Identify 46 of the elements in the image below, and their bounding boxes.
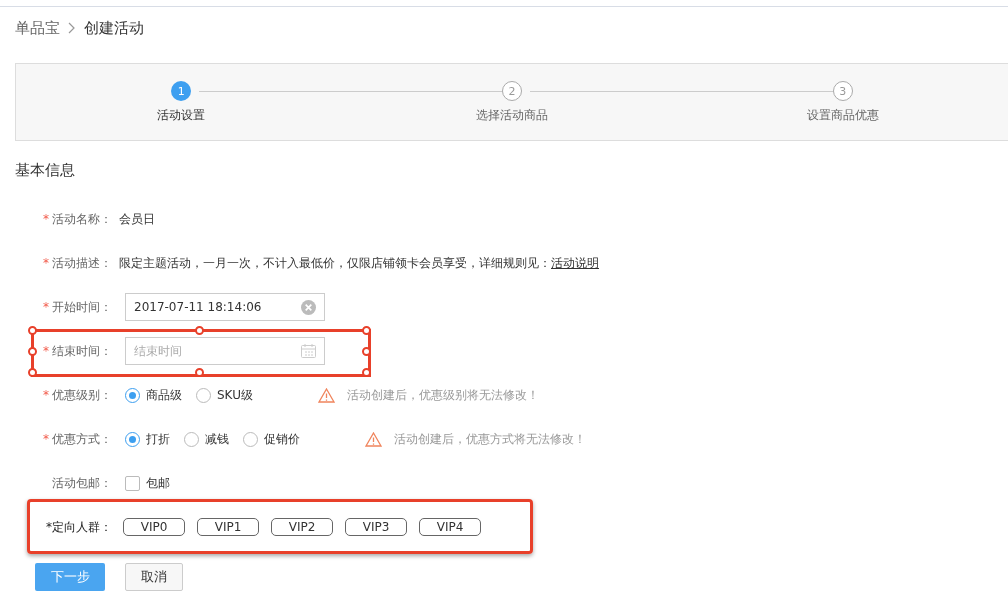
radio-option[interactable]: 商品级 — [125, 386, 182, 404]
step-label: 选择活动商品 — [476, 107, 548, 124]
date-field[interactable]: 2017-07-11 18:14:06 — [125, 293, 325, 321]
step-number: 1 — [171, 81, 192, 101]
step-label: 活动设置 — [157, 107, 206, 124]
calendar-icon[interactable] — [301, 344, 316, 358]
required-mark: * — [43, 388, 49, 402]
vip-tag[interactable]: VIP1 — [197, 518, 259, 536]
required-mark: * — [43, 300, 49, 314]
radio-option[interactable]: SKU级 — [196, 386, 253, 404]
vip-tag[interactable]: VIP2 — [271, 518, 333, 536]
field-label: 开始时间： — [52, 298, 112, 316]
warning-icon — [317, 387, 335, 403]
rules-link[interactable]: 活动说明 — [551, 254, 599, 272]
field-label: 活动名称： — [52, 210, 112, 228]
field-label: 活动包邮： — [52, 474, 112, 492]
vip-tag[interactable]: VIP4 — [419, 518, 481, 536]
field-label: 优惠方式： — [52, 430, 112, 448]
cancel-button[interactable]: 取消 — [125, 563, 183, 591]
field-label: 结束时间： — [52, 342, 112, 360]
checkbox-option[interactable]: 包邮 — [125, 474, 170, 492]
breadcrumb-item[interactable]: 单品宝 — [15, 18, 60, 38]
field-label: 优惠级别： — [52, 386, 112, 404]
warning-text: 活动创建后，优惠级别将无法修改！ — [346, 386, 539, 404]
field-label: *定向人群： — [46, 518, 112, 536]
radio-option[interactable]: 促销价 — [243, 430, 300, 448]
field-label: 活动描述： — [52, 254, 112, 272]
step-number: 3 — [832, 81, 853, 101]
breadcrumb-item: 创建活动 — [84, 18, 144, 38]
radio-option[interactable]: 减钱 — [184, 430, 229, 448]
required-mark: * — [43, 256, 49, 270]
clear-icon[interactable] — [301, 299, 316, 315]
vip-tag[interactable]: VIP0 — [123, 518, 185, 536]
required-mark: * — [43, 212, 49, 226]
step-label: 设置商品优惠 — [806, 107, 879, 124]
required-mark: * — [43, 344, 49, 358]
warning-icon — [365, 431, 382, 447]
radio-option[interactable]: 打折 — [125, 430, 170, 448]
vip-tag[interactable]: VIP3 — [345, 518, 407, 536]
required-mark: * — [43, 432, 49, 446]
section-title: 基本信息 — [15, 161, 76, 181]
field-value: 限定主题活动，一月一次，不计入最低价，仅限店铺领卡会员享受，详细规则见： — [119, 254, 551, 272]
step-number: 2 — [502, 81, 522, 101]
warning-text: 活动创建后，优惠方式将无法修改！ — [394, 430, 586, 448]
field-value: 会员日 — [119, 210, 155, 228]
chevron-right-icon — [68, 22, 76, 34]
